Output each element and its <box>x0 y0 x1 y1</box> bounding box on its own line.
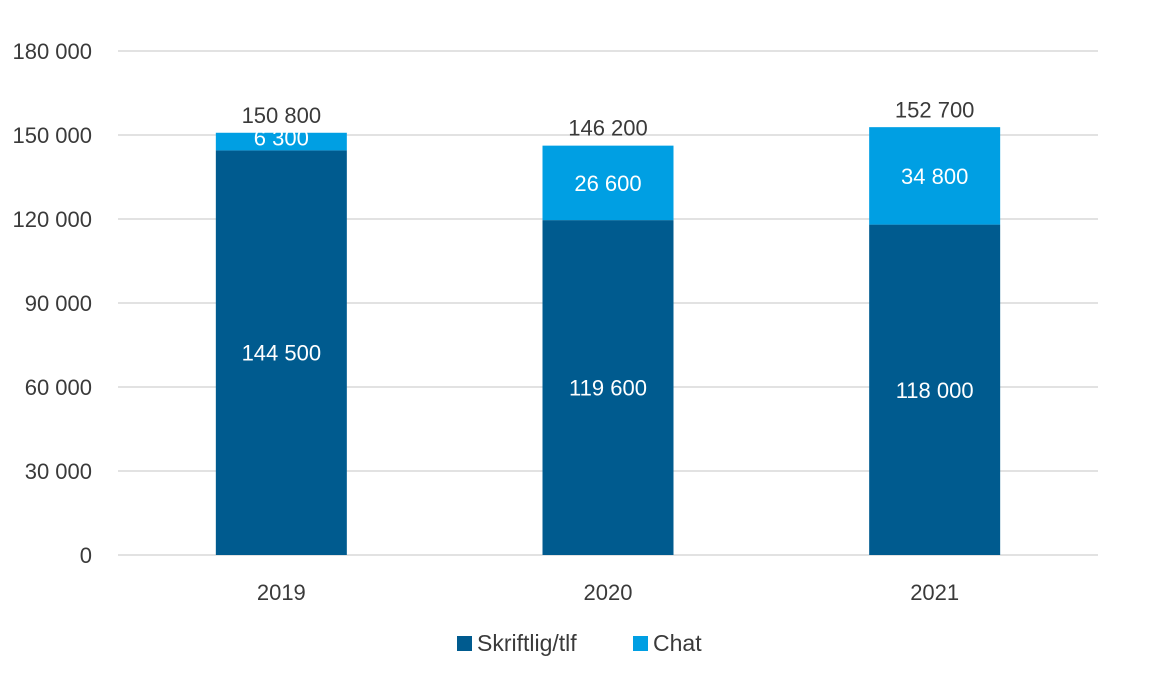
data-label: 119 600 <box>569 376 647 401</box>
y-tick-label: 180 000 <box>12 39 92 64</box>
total-label: 150 800 <box>242 103 322 128</box>
legend-swatch <box>633 636 648 651</box>
x-tick-label: 2020 <box>584 580 633 605</box>
total-label: 146 200 <box>568 116 648 141</box>
data-label: 34 800 <box>901 164 968 189</box>
y-tick-label: 120 000 <box>12 207 92 232</box>
data-label: 26 600 <box>574 171 641 196</box>
stacked-bar-chart: 0 30 000 60 000 90 000 120 000 150 000 180 000… <box>12 39 1098 656</box>
y-tick-label: 90 000 <box>25 291 92 316</box>
total-label: 152 700 <box>895 97 975 122</box>
x-tick-label: 2021 <box>910 580 959 605</box>
data-label: 144 500 <box>242 341 322 366</box>
legend-label: Chat <box>653 630 702 656</box>
y-tick-label: 0 <box>80 543 92 568</box>
x-tick-label: 2019 <box>257 580 306 605</box>
data-label: 6 300 <box>254 126 309 151</box>
legend-label: Skriftlig/tlf <box>477 630 577 656</box>
y-tick-label: 150 000 <box>12 123 92 148</box>
data-label: 118 000 <box>896 378 974 403</box>
y-tick-label: 30 000 <box>25 459 92 484</box>
y-tick-label: 60 000 <box>25 375 92 400</box>
legend-swatch <box>457 636 472 651</box>
